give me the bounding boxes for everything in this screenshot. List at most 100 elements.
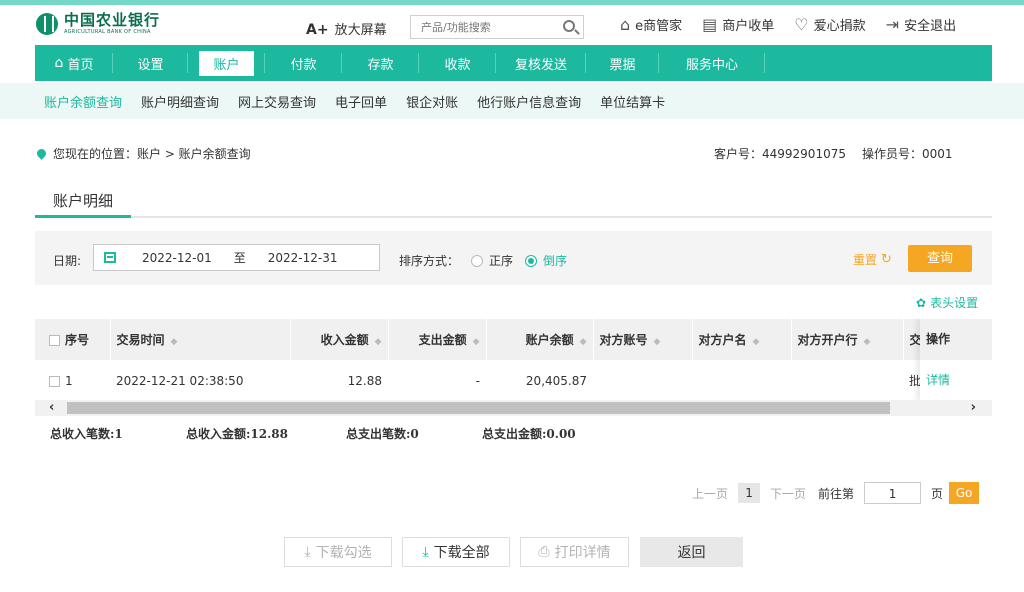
sort-icon[interactable]: ◆ <box>753 337 760 347</box>
refresh-icon: ↻ <box>881 252 892 267</box>
gear-icon: ✿ <box>916 295 927 310</box>
customer-info: 客户号：44992901075 操作员号：0001 <box>714 145 969 162</box>
bank-name-en: AGRICULTURAL BANK OF CHINA <box>64 29 151 35</box>
pos-icon: ▤ <box>702 14 718 34</box>
prev-page-button[interactable]: 上一页 <box>692 485 728 502</box>
row-counter-bank <box>791 360 903 401</box>
download-icon: ⤓ <box>422 544 429 560</box>
printer-icon: ⎙ <box>538 544 550 560</box>
sort-desc-label[interactable]: 倒序 <box>543 252 567 269</box>
col-counter-name[interactable]: 对方户名 ◆ <box>692 319 792 360</box>
sort-icon[interactable]: ◆ <box>654 337 661 347</box>
breadcrumb: 您现在的位置：账户 > 账户余额查询 <box>35 145 251 162</box>
select-all-checkbox[interactable] <box>49 335 60 346</box>
sort-icon[interactable]: ◆ <box>171 337 178 347</box>
sort-icon[interactable]: ◆ <box>375 337 382 347</box>
subnav-e-receipt[interactable]: 电子回单 <box>335 92 387 111</box>
row-checkbox[interactable] <box>49 375 60 387</box>
search-icon[interactable] <box>563 20 575 32</box>
location-pin-icon <box>35 147 48 160</box>
scroll-thumb[interactable] <box>67 402 890 414</box>
print-detail-button[interactable]: ⎙ 打印详情 <box>520 537 629 567</box>
download-all-button[interactable]: ⤓ 下载全部 <box>402 537 510 567</box>
total-income-count: 总收入笔数:1 <box>50 427 123 441</box>
subnav-settlement-card[interactable]: 单位结算卡 <box>600 92 665 111</box>
scroll-right-icon[interactable]: › <box>971 400 976 415</box>
col-time[interactable]: 交易时间 ◆ <box>110 319 291 360</box>
nav-deposit[interactable]: 存款 <box>342 45 419 81</box>
query-button[interactable]: 查询 <box>908 245 972 272</box>
operator-number: 操作员号：0001 <box>861 147 953 161</box>
nav-collection[interactable]: 收款 <box>419 45 496 81</box>
abc-logo-icon <box>36 13 58 35</box>
page-unit-label: 页 <box>931 486 944 501</box>
horizontal-scrollbar[interactable]: ‹ › <box>35 400 992 416</box>
col-expense[interactable]: 支出金额 ◆ <box>388 319 487 360</box>
header: 中国农业银行 AGRICULTURAL BANK OF CHINA A+ 放大屏幕… <box>0 5 1024 43</box>
column-settings-button[interactable]: ✿ 表头设置 <box>916 294 978 311</box>
end-date[interactable]: 2022-12-31 <box>268 251 338 265</box>
subnav-balance-query[interactable]: 账户余额查询 <box>44 92 122 111</box>
scroll-left-icon[interactable]: ‹ <box>49 400 54 415</box>
start-date[interactable]: 2022-12-01 <box>142 251 212 265</box>
operation-column: 操作 详情 <box>920 319 992 401</box>
transactions-table: 序号 交易时间 ◆ 收入金额 ◆ 支出金额 ◆ 账户余额 ◆ 对方账号 ◆ 对方户名 ◆ 对… <box>35 319 992 401</box>
donation-link[interactable]: ♡ 爱心捐款 <box>794 15 865 34</box>
reset-button[interactable]: 重置 ↻ <box>853 251 892 268</box>
goto-label: 前往第 <box>818 486 855 501</box>
page-number-input[interactable]: 1 <box>864 482 922 504</box>
go-button[interactable]: Go <box>949 482 980 504</box>
col-balance[interactable]: 账户余额 ◆ <box>486 319 594 360</box>
nav-bills[interactable]: 票据 <box>586 45 659 81</box>
back-button[interactable]: 返回 <box>640 537 743 567</box>
sort-asc-label[interactable]: 正序 <box>489 252 513 269</box>
sort-desc-radio[interactable] <box>525 254 538 267</box>
detail-link[interactable]: 详情 <box>920 360 992 401</box>
date-range-picker[interactable]: 2022-12-01 至 2022-12-31 <box>93 244 380 271</box>
sort-icon[interactable]: ◆ <box>864 337 871 347</box>
sort-label: 排序方式： <box>399 254 460 268</box>
col-counter-account[interactable]: 对方账号 ◆ <box>593 319 693 360</box>
col-counter-bank[interactable]: 对方开户行 ◆ <box>791 319 904 360</box>
col-index: 序号 <box>35 319 111 360</box>
nav-settings[interactable]: 设置 <box>113 45 188 81</box>
total-expense-amount: 总支出金额:0.00 <box>482 427 576 441</box>
nav-account[interactable]: 账户 <box>188 45 265 81</box>
nav-payment[interactable]: 付款 <box>265 45 342 81</box>
subnav-detail-query[interactable]: 账户明细查询 <box>141 92 219 111</box>
sort-icon[interactable]: ◆ <box>473 337 480 347</box>
sort-icon[interactable]: ◆ <box>580 337 587 347</box>
subnav-other-bank-query[interactable]: 他行账户信息查询 <box>477 92 581 111</box>
sort-asc-radio[interactable] <box>471 254 484 267</box>
col-income[interactable]: 收入金额 ◆ <box>290 319 389 360</box>
row-income: 12.88 <box>347 373 382 388</box>
zoom-icon: A+ <box>306 22 329 38</box>
tab-account-detail[interactable]: 账户明细 <box>35 184 131 218</box>
row-expense: - <box>475 373 480 388</box>
zoom-screen-button[interactable]: A+ 放大屏幕 <box>306 19 387 38</box>
subnav-reconciliation[interactable]: 银企对账 <box>406 92 458 111</box>
merchant-acquiring-link[interactable]: ▤ 商户收单 <box>702 15 774 34</box>
row-counter-name <box>692 360 791 401</box>
nav-review-send[interactable]: 复核发送 <box>496 45 586 81</box>
row-time: 2022-12-21 02:38:50 <box>116 373 244 388</box>
search-input[interactable] <box>411 16 551 38</box>
subnav-online-trade-query[interactable]: 网上交易查询 <box>238 92 316 111</box>
e-manager-link[interactable]: ⌂ e商管家 <box>620 15 682 34</box>
logout-icon: ⇥ <box>885 14 900 34</box>
search-box[interactable] <box>410 15 584 39</box>
bank-logo[interactable]: 中国农业银行 AGRICULTURAL BANK OF CHINA <box>36 13 160 35</box>
logout-link[interactable]: ⇥ 安全退出 <box>886 15 956 34</box>
nav-service-center[interactable]: 服务中心 <box>659 45 765 81</box>
date-separator: 至 <box>233 251 246 265</box>
current-page[interactable]: 1 <box>738 483 761 503</box>
next-page-button[interactable]: 下一页 <box>770 485 806 502</box>
table-row[interactable]: 1 2022-12-21 02:38:50 12.88 - 20,405.87 … <box>35 360 992 401</box>
store-icon: ⌂ <box>620 14 631 34</box>
table-header-row: 序号 交易时间 ◆ 收入金额 ◆ 支出金额 ◆ 账户余额 ◆ 对方账号 ◆ 对方户名 ◆ 对… <box>35 319 992 360</box>
nav-home[interactable]: ⌂ 首页 <box>35 45 113 81</box>
date-label: 日期: <box>53 254 82 268</box>
zoom-label: 放大屏幕 <box>334 23 387 38</box>
main-nav: ⌂ 首页 设置 账户 付款 存款 收款 复核发送 票据 服务中心 <box>35 45 992 81</box>
download-selected-button[interactable]: ⤓ 下载勾选 <box>284 537 392 567</box>
